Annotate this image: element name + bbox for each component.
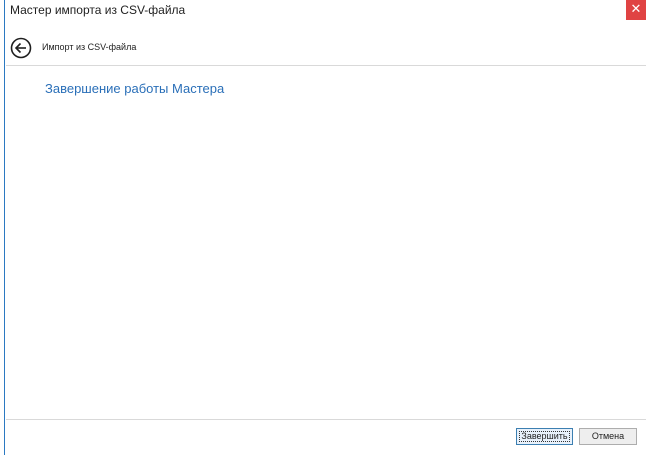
back-arrow-circle-icon [10, 37, 32, 59]
cancel-button[interactable]: Отмена [579, 428, 637, 445]
header-divider [6, 65, 646, 66]
cancel-button-label: Отмена [591, 431, 625, 441]
window-title: Мастер импорта из CSV-файла [10, 3, 186, 17]
close-icon: ✕ [630, 2, 642, 17]
back-button[interactable] [10, 37, 32, 59]
finish-button-label: Завершить [521, 431, 568, 441]
wizard-step-title: Импорт из CSV-файла [42, 42, 137, 52]
wizard-window: Мастер импорта из CSV-файла ✕ Импорт из … [4, 0, 646, 455]
finish-button[interactable]: Завершить [516, 428, 573, 445]
page-heading: Завершение работы Мастера [45, 81, 225, 96]
footer-divider [6, 419, 646, 420]
title-bar: Мастер импорта из CSV-файла ✕ [5, 0, 646, 20]
wizard-nav-bar: Импорт из CSV-файла [5, 31, 646, 65]
close-button[interactable]: ✕ [626, 0, 646, 20]
